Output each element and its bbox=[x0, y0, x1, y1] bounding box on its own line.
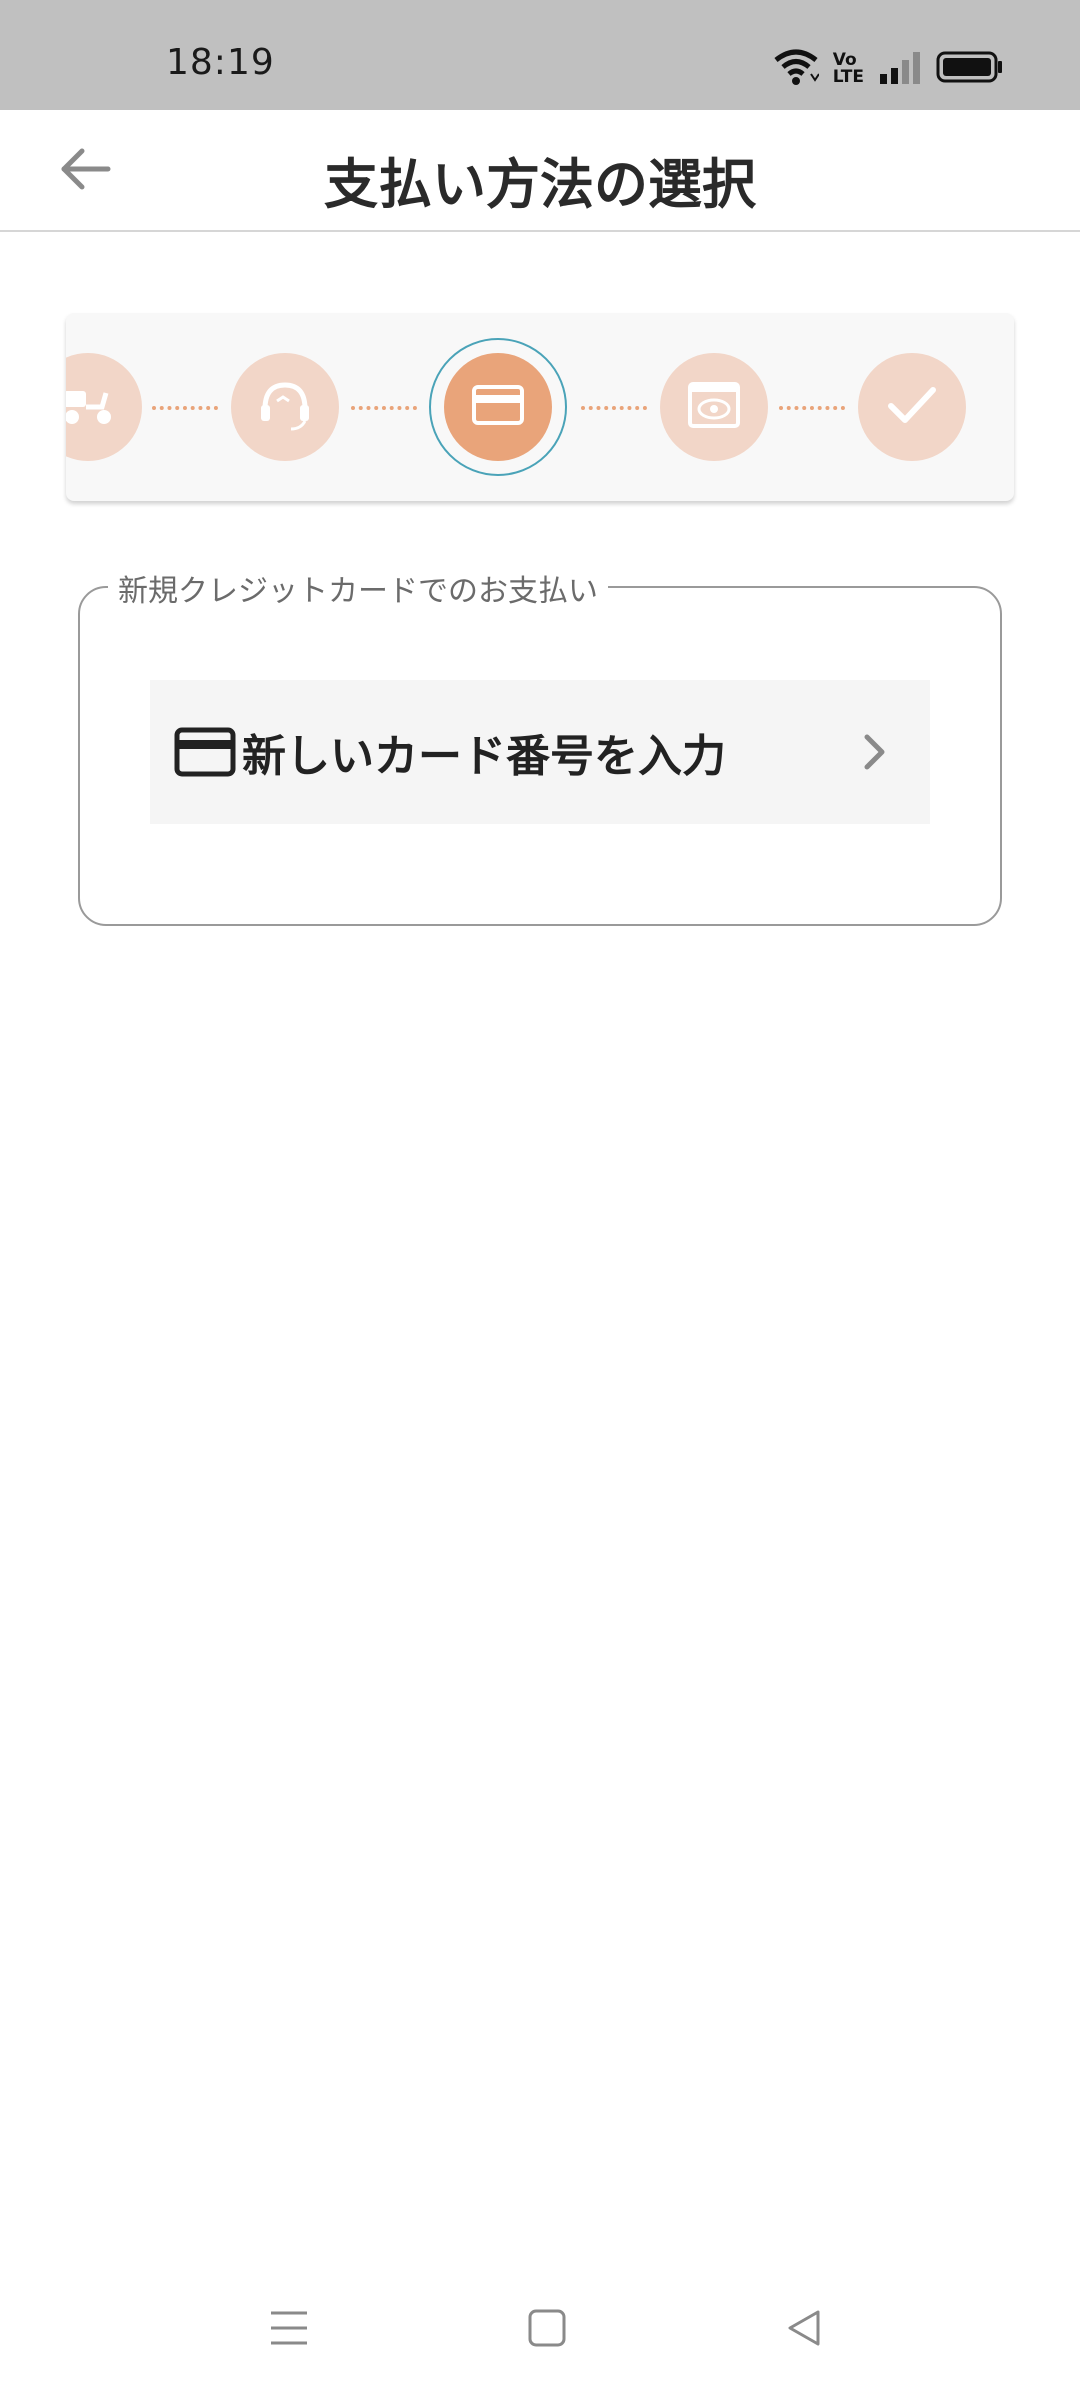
volte-text-bottom: LTE bbox=[832, 67, 864, 87]
group-label: 新規クレジットカードでのお支払い bbox=[108, 566, 608, 610]
support-headset-icon bbox=[255, 377, 315, 437]
system-back-button[interactable] bbox=[774, 2300, 834, 2360]
new-credit-card-group: 新規クレジットカードでのお支払い 新しいカード番号を入力 bbox=[78, 566, 1002, 926]
step-delivery bbox=[66, 353, 142, 461]
step-connector bbox=[779, 406, 845, 414]
volte-icon: Vo LTE bbox=[833, 52, 864, 86]
system-nav-bar bbox=[0, 2280, 1080, 2390]
signal-icon bbox=[878, 50, 922, 88]
new-card-label: 新しいカード番号を入力 bbox=[242, 731, 726, 782]
back-triangle-icon bbox=[784, 2308, 824, 2352]
check-icon bbox=[885, 384, 939, 430]
credit-card-icon bbox=[471, 384, 525, 430]
progress-stepper bbox=[66, 313, 1014, 501]
status-time: 18:19 bbox=[166, 42, 275, 83]
step-review bbox=[660, 353, 768, 461]
wifi-icon bbox=[773, 48, 820, 90]
status-icons: Vo LTE bbox=[773, 48, 1004, 90]
battery-icon bbox=[936, 51, 1004, 87]
delivery-scooter-icon bbox=[66, 383, 118, 431]
home-icon bbox=[527, 2308, 567, 2352]
menu-icon bbox=[269, 2309, 309, 2351]
page-title: 支払い方法の選択 bbox=[324, 153, 756, 216]
credit-card-icon bbox=[174, 727, 236, 777]
app-bar: 支払い方法の選択 bbox=[0, 110, 1080, 232]
step-connector bbox=[351, 406, 417, 414]
chevron-right-icon bbox=[860, 730, 890, 774]
review-eye-icon bbox=[687, 381, 741, 433]
step-connector bbox=[152, 406, 218, 414]
menu-button[interactable] bbox=[259, 2300, 319, 2360]
step-complete bbox=[858, 353, 966, 461]
step-payment bbox=[444, 353, 552, 461]
new-card-number-button[interactable]: 新しいカード番号を入力 bbox=[150, 680, 930, 824]
step-connector bbox=[581, 406, 647, 414]
status-bar: 18:19 Vo LTE bbox=[0, 0, 1080, 110]
home-button[interactable] bbox=[517, 2300, 577, 2360]
step-support bbox=[231, 353, 339, 461]
